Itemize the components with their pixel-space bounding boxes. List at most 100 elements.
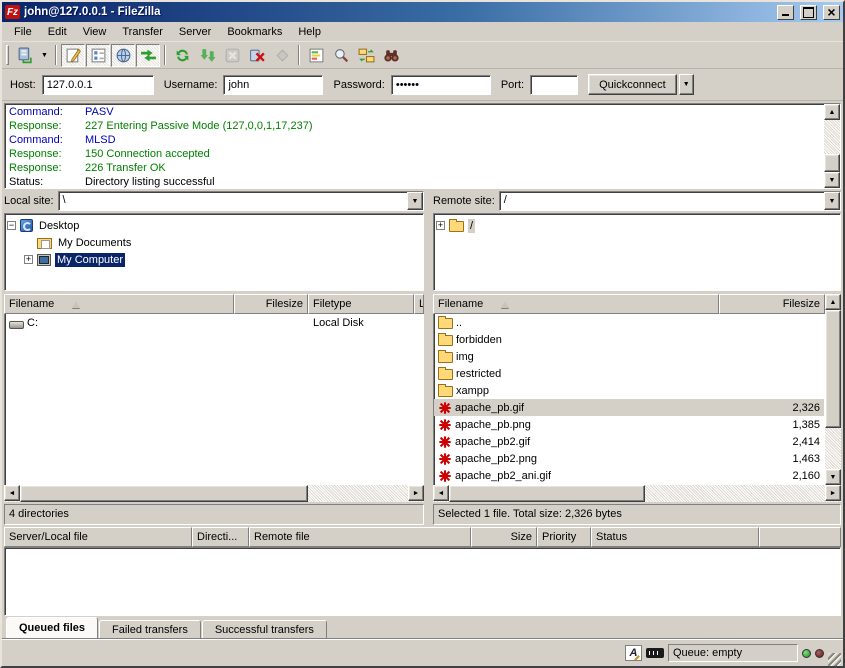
scroll-right-icon[interactable] [408, 485, 424, 501]
expand-icon[interactable]: + [436, 221, 445, 230]
tab-successful-transfers[interactable]: Successful transfers [202, 620, 327, 639]
column-filesize[interactable]: Filesize [234, 294, 308, 314]
scroll-left-icon[interactable] [4, 485, 20, 501]
scroll-thumb[interactable] [20, 485, 308, 502]
tab-failed-transfers[interactable]: Failed transfers [99, 620, 201, 639]
local-horizontal-scrollbar[interactable] [4, 485, 424, 502]
synchronized-browsing-icon[interactable] [354, 44, 378, 67]
tree-item-my-computer[interactable]: + My Computer [7, 251, 421, 268]
chevron-down-icon[interactable]: ▼ [824, 192, 840, 210]
remote-file-row[interactable]: apache_pb2.gif 2,414 [434, 433, 824, 450]
scroll-track[interactable] [308, 485, 408, 502]
close-button[interactable] [823, 5, 840, 20]
title-bar[interactable]: Fz john@127.0.0.1 - FileZilla [2, 2, 843, 22]
tree-item-label[interactable]: Desktop [37, 219, 81, 233]
toggle-remote-tree-icon[interactable] [111, 44, 135, 67]
remote-file-row[interactable]: apache_pb.png 1,385 [434, 416, 824, 433]
scroll-up-icon[interactable] [825, 294, 841, 310]
local-site-path[interactable]: \ [59, 192, 407, 210]
menu-file[interactable]: File [6, 24, 40, 40]
column-server-local-file[interactable]: Server/Local file [4, 527, 192, 547]
tree-item-root[interactable]: + / [436, 217, 838, 234]
scroll-thumb[interactable] [824, 154, 840, 172]
scroll-thumb[interactable] [449, 485, 645, 502]
menu-help[interactable]: Help [290, 24, 329, 40]
column-last-modified[interactable]: L [414, 294, 424, 314]
tree-item-label[interactable]: My Documents [56, 236, 133, 250]
column-filename[interactable]: Filename [433, 294, 719, 314]
scroll-up-icon[interactable] [824, 104, 840, 120]
column-remote-file[interactable]: Remote file [249, 527, 471, 547]
remote-file-row[interactable]: xampp [434, 382, 824, 399]
reconnect-icon[interactable] [270, 44, 294, 67]
scroll-down-icon[interactable] [824, 172, 840, 188]
remote-file-row[interactable]: forbidden [434, 331, 824, 348]
port-input[interactable] [530, 75, 578, 95]
scroll-left-icon[interactable] [433, 485, 449, 501]
refresh-icon[interactable] [170, 44, 194, 67]
scroll-track[interactable] [824, 120, 840, 154]
pane-splitter[interactable] [427, 191, 430, 525]
menu-edit[interactable]: Edit [40, 24, 75, 40]
resize-grip[interactable] [828, 653, 841, 666]
disconnect-icon[interactable] [245, 44, 269, 67]
chevron-down-icon[interactable]: ▼ [407, 192, 423, 210]
quickconnect-button[interactable]: Quickconnect [588, 74, 677, 95]
log-scrollbar[interactable] [824, 104, 840, 188]
site-manager-icon[interactable] [13, 44, 37, 67]
quickconnect-dropdown-button[interactable]: ▼ [679, 74, 694, 95]
remote-site-path[interactable]: / [500, 192, 824, 210]
password-input[interactable] [391, 75, 491, 95]
site-manager-dropdown-icon[interactable]: ▼ [38, 44, 51, 67]
tree-item-label[interactable]: / [468, 219, 475, 233]
tree-item-label[interactable]: My Computer [55, 253, 125, 267]
toolbar-grip[interactable] [6, 45, 9, 65]
tree-item-my-documents[interactable]: My Documents [7, 234, 421, 251]
toggle-transfer-queue-icon[interactable] [136, 44, 160, 67]
local-site-combo[interactable]: \ ▼ [58, 191, 424, 211]
find-files-icon[interactable] [379, 44, 403, 67]
tab-queued-files[interactable]: Queued files [6, 617, 98, 639]
toggle-message-log-icon[interactable] [61, 44, 85, 67]
scroll-down-icon[interactable] [825, 469, 841, 485]
menu-transfer[interactable]: Transfer [114, 24, 171, 40]
local-file-row[interactable]: C: Local Disk [5, 314, 423, 331]
collapse-icon[interactable]: − [7, 221, 16, 230]
maximize-button[interactable] [800, 5, 817, 20]
scroll-track[interactable] [825, 428, 841, 469]
remote-file-row[interactable]: apache_pb2.png 1,463 [434, 450, 824, 467]
column-status[interactable]: Status [591, 527, 759, 547]
directory-comparison-icon[interactable] [304, 44, 328, 67]
filename-filters-icon[interactable] [329, 44, 353, 67]
column-size[interactable]: Size [471, 527, 537, 547]
column-filesize[interactable]: Filesize [719, 294, 825, 314]
remote-site-combo[interactable]: / ▼ [499, 191, 841, 211]
remote-file-row[interactable]: apache_pb2_ani.gif 2,160 [434, 467, 824, 484]
scroll-thumb[interactable] [825, 310, 841, 428]
minimize-button[interactable] [777, 5, 794, 20]
remote-file-row-selected[interactable]: apache_pb.gif 2,326 [434, 399, 824, 416]
remote-file-list[interactable]: .. forbidden img restricted [433, 314, 825, 485]
scroll-track[interactable] [645, 485, 825, 502]
remote-vertical-scrollbar[interactable] [825, 294, 841, 485]
local-file-list[interactable]: C: Local Disk [4, 314, 424, 485]
menu-bookmarks[interactable]: Bookmarks [219, 24, 290, 40]
remote-horizontal-scrollbar[interactable] [433, 485, 841, 502]
process-queue-icon[interactable] [195, 44, 219, 67]
remote-file-row[interactable]: img [434, 348, 824, 365]
tree-item-desktop[interactable]: − Desktop [7, 217, 421, 234]
scroll-right-icon[interactable] [825, 485, 841, 501]
menu-view[interactable]: View [75, 24, 115, 40]
menu-server[interactable]: Server [171, 24, 219, 40]
host-input[interactable] [42, 75, 154, 95]
cancel-operation-icon[interactable] [220, 44, 244, 67]
username-input[interactable] [223, 75, 323, 95]
remote-file-row[interactable]: .. [434, 314, 824, 331]
column-filename[interactable]: Filename [4, 294, 234, 314]
column-direction[interactable]: Directi... [192, 527, 249, 547]
column-priority[interactable]: Priority [537, 527, 591, 547]
column-filetype[interactable]: Filetype [308, 294, 414, 314]
queue-list[interactable] [4, 547, 841, 616]
expand-icon[interactable]: + [24, 255, 33, 264]
toggle-local-tree-icon[interactable] [86, 44, 110, 67]
